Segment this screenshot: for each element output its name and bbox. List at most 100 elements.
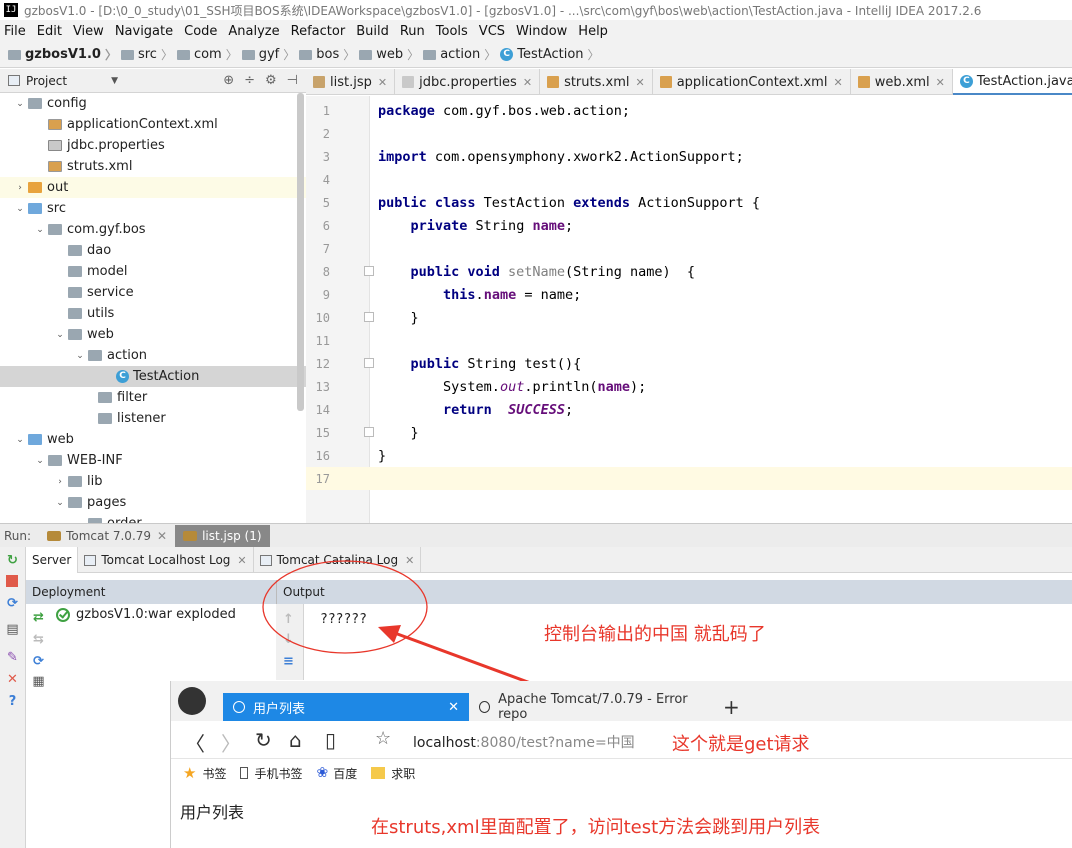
breadcrumb-item[interactable]: gzbosV1.0 〉 [8,46,117,63]
layout-icon[interactable]: ▤ [5,622,20,637]
tree-item[interactable]: › out [0,177,306,198]
bookmark-item[interactable]: ★ 书签 [183,764,226,782]
tab-test-action[interactable]: CTestAction.java✕ [952,69,1072,95]
bookmark-item[interactable]: ❀ 百度 [316,765,357,782]
chevron-down-icon[interactable]: ⌄ [34,456,46,466]
update-icon[interactable]: ⟳ [5,596,20,611]
reading-icon[interactable]: ▯ [325,728,336,752]
close-icon[interactable]: ✕ [833,76,842,89]
tree-item[interactable]: C TestAction [0,366,306,387]
close-icon[interactable]: ✕ [157,529,167,543]
chevron-down-icon[interactable]: ⌄ [54,330,66,340]
tree-item[interactable]: ⌄ src [0,198,306,219]
tree-item[interactable]: ⌄ web [0,324,306,345]
fold-marker-icon[interactable] [364,312,374,322]
chevron-down-icon[interactable]: ⌄ [54,498,66,508]
gear-icon[interactable]: ⚙ [265,73,277,88]
breadcrumb-item[interactable]: bos 〉 [299,46,355,63]
chevron-down-icon[interactable]: ⌄ [34,225,46,235]
breadcrumb-item[interactable]: src 〉 [120,46,173,63]
tab-web-xml[interactable]: web.xml ✕ [851,69,953,95]
deployment-item[interactable]: gzbosV1.0:war exploded [56,607,236,622]
menu-tools[interactable]: Tools [436,24,468,39]
code-line[interactable]: 8 public void setName(String name) { [306,260,1072,283]
chevron-right-icon[interactable]: › [14,183,26,193]
browser-tab-inactive[interactable]: Apache Tomcat/7.0.79 - Error repo [469,692,701,722]
close-icon[interactable]: ✕ [237,554,246,567]
close-icon[interactable]: ✕ [523,76,532,89]
locate-icon[interactable]: ⊕ [223,73,234,88]
tab-struts-xml[interactable]: struts.xml ✕ [540,69,653,95]
new-tab-icon[interactable]: + [723,695,740,719]
close-icon[interactable]: ✕ [5,672,20,687]
undeploy-icon[interactable]: ⇆ [31,632,46,647]
fold-marker-icon[interactable] [364,358,374,368]
pin-icon[interactable]: ✎ [5,650,20,665]
chevron-right-icon[interactable]: › [54,477,66,487]
menu-edit[interactable]: Edit [37,24,62,39]
arrow-up-icon[interactable]: ↑ [281,612,296,627]
tree-item[interactable]: applicationContext.xml [0,114,306,135]
menu-analyze[interactable]: Analyze [228,24,279,39]
tab-list-jsp[interactable]: list.jsp ✕ [306,69,396,95]
tab-localhost-log[interactable]: Tomcat Localhost Log ✕ [78,547,254,573]
code-line[interactable]: 7 [306,237,1072,260]
chevron-down-icon[interactable]: ▼ [111,76,118,86]
rerun-icon[interactable]: ↻ [5,553,20,568]
tree-item[interactable]: jdbc.properties [0,135,306,156]
tree-item[interactable]: ⌄ pages [0,492,306,513]
fold-marker-icon[interactable] [364,266,374,276]
tree-item[interactable]: ⌄ web [0,429,306,450]
code-line[interactable]: 6 private String name; [306,214,1072,237]
close-icon[interactable]: ✕ [378,76,387,89]
menu-view[interactable]: View [73,24,104,39]
tab-application-context[interactable]: applicationContext.xml ✕ [653,69,851,95]
close-icon[interactable]: ✕ [936,76,945,89]
artifact-icon[interactable]: ▦ [31,674,46,689]
breadcrumb-item[interactable]: com 〉 [176,46,238,63]
chevron-down-icon[interactable]: ⌄ [14,99,26,109]
breadcrumb-item[interactable]: gyf 〉 [241,46,295,63]
scrollbar[interactable] [297,93,304,411]
menu-help[interactable]: Help [578,24,608,39]
star-icon[interactable]: ☆ [375,728,391,749]
tab-jdbc-properties[interactable]: jdbc.properties ✕ [395,69,541,95]
refresh-icon[interactable]: ⟳ [31,654,46,669]
tab-catalina-log[interactable]: Tomcat Catalina Log ✕ [254,547,422,573]
code-line[interactable]: 1 package com.gyf.bos.web.action; [306,99,1072,122]
code-line[interactable]: 4 [306,168,1072,191]
close-icon[interactable]: ✕ [636,76,645,89]
menu-build[interactable]: Build [356,24,389,39]
tree-item[interactable]: ⌄order [0,513,306,523]
tree-item[interactable]: struts.xml [0,156,306,177]
tree-item[interactable]: dao [0,240,306,261]
project-panel-title[interactable]: Project [26,74,67,88]
code-line[interactable]: 11 [306,329,1072,352]
code-line[interactable]: 5 public class TestAction extends ActionS… [306,191,1072,214]
browser-tab-active[interactable]: 用户列表 ✕ [223,693,469,721]
tree-item[interactable]: filter [0,387,306,408]
arrow-down-icon[interactable]: ↓ [281,632,296,647]
code-line[interactable]: 12 public String test(){ [306,352,1072,375]
back-icon[interactable]: 〈 [185,728,205,757]
bookmark-item[interactable]: 手机书签 [240,765,302,782]
chevron-down-icon[interactable]: ⌄ [14,435,26,445]
code-line[interactable]: 2 [306,122,1072,145]
reload-icon[interactable]: ↻ [255,728,272,752]
help-icon[interactable]: ? [5,694,20,709]
menu-window[interactable]: Window [516,24,567,39]
deploy-icon[interactable]: ⇄ [31,610,46,625]
breadcrumb-item[interactable]: action 〉 [423,46,496,63]
menu-navigate[interactable]: Navigate [115,24,173,39]
code-editor[interactable]: 1 package com.gyf.bos.web.action; 2 3 impo… [306,96,1072,523]
menu-refactor[interactable]: Refactor [291,24,346,39]
code-line[interactable]: 15 } [306,421,1072,444]
stop-icon[interactable] [5,574,20,589]
breadcrumb-item[interactable]: web 〉 [359,46,419,63]
chevron-down-icon[interactable]: ⌄ [74,351,86,361]
hide-icon[interactable]: ⊣ [287,73,298,88]
code-line-current[interactable]: 17 [306,467,1072,490]
fold-marker-icon[interactable] [364,427,374,437]
wrap-icon[interactable]: ≡ [281,654,296,669]
code-line[interactable]: 14 return SUCCESS; [306,398,1072,421]
